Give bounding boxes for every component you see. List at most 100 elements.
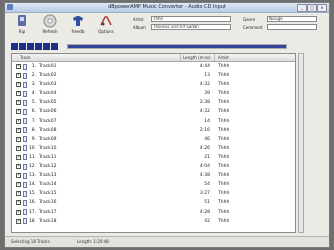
- track-artist: Thhh: [218, 82, 230, 88]
- genre-field[interactable]: NuGge: [267, 16, 317, 22]
- minimize-button[interactable]: _: [297, 4, 307, 12]
- rip-button[interactable]: Rip: [9, 14, 35, 34]
- table-row[interactable]: 8.Track08 2:16 Thhh: [12, 126, 295, 135]
- refresh-button[interactable]: Refresh: [37, 14, 63, 34]
- track-checkbox[interactable]: [16, 181, 21, 188]
- table-row[interactable]: 3.Track03 4:32 Thhh: [12, 80, 295, 89]
- invert-selection-button[interactable]: [27, 43, 34, 50]
- header-track[interactable]: Track: [20, 55, 30, 60]
- track-checkbox[interactable]: [16, 154, 21, 160]
- table-header: Track Length (m:ss) Artist: [12, 54, 295, 62]
- track-length: 4:44: [199, 64, 210, 69]
- track-number: 10.: [28, 145, 36, 151]
- track-checkbox[interactable]: [16, 63, 21, 69]
- track-length: 4:32: [199, 109, 210, 115]
- table-row[interactable]: 17.Track17 4:28 Thhh: [12, 208, 295, 217]
- select-all-button[interactable]: [11, 43, 18, 50]
- track-length: 39: [204, 91, 210, 97]
- track-checkbox[interactable]: [16, 90, 21, 97]
- window-title: dBpowerAMP Music Converter - Audio CD In…: [108, 4, 226, 10]
- vertical-scrollbar[interactable]: [298, 53, 304, 233]
- stop-button[interactable]: [43, 43, 50, 50]
- track-number: 14.: [28, 182, 36, 188]
- track-number: 15.: [28, 191, 36, 197]
- comment-field[interactable]: [267, 24, 317, 30]
- header-length[interactable]: Length (m:ss): [183, 55, 211, 60]
- table-row[interactable]: 7.Track07 14 Thhh: [12, 117, 295, 126]
- track-checkbox[interactable]: [16, 118, 21, 124]
- header-artist[interactable]: Artist: [218, 55, 229, 60]
- table-row[interactable]: 9.Track09 46 Thhh: [12, 135, 295, 144]
- track-checkbox[interactable]: [16, 99, 21, 106]
- table-row[interactable]: 2.Track02 13 Thhh: [12, 71, 295, 80]
- track-name: Track08: [39, 127, 57, 133]
- quick-select-buttons: [11, 43, 58, 50]
- rip-icon: [18, 15, 26, 26]
- album-label: Album: [133, 25, 146, 30]
- track-checkbox[interactable]: [16, 163, 21, 170]
- track-length: 14: [204, 118, 210, 124]
- track-checkbox[interactable]: [16, 172, 21, 179]
- track-name: Track09: [39, 136, 57, 142]
- track-checkbox[interactable]: [16, 136, 21, 142]
- table-row[interactable]: 11.Track11 21 Thhh: [12, 153, 295, 162]
- track-artist: Thhh: [218, 100, 230, 106]
- track-name: Track06: [39, 109, 57, 115]
- freedb-button[interactable]: freedb: [65, 14, 91, 34]
- track-number: 13.: [28, 173, 36, 179]
- track-length: 2:38: [199, 100, 210, 106]
- maximize-button[interactable]: □: [307, 4, 317, 12]
- track-checkbox[interactable]: [16, 127, 21, 133]
- options-icon: [100, 16, 112, 26]
- table-row[interactable]: 1.Track01 4:44 Thhh: [12, 62, 295, 71]
- status-length: Length: 1:20:48: [77, 239, 109, 244]
- close-button[interactable]: ×: [317, 4, 327, 12]
- options-button[interactable]: Options: [93, 14, 119, 34]
- album-field[interactable]: Thoresic and Inf Sadan: [151, 24, 231, 30]
- table-row[interactable]: 16.Track16 51 Thhh: [12, 198, 295, 207]
- track-artist: Thhh: [218, 109, 230, 115]
- table-row[interactable]: 15.Track15 3:27 Thhh: [12, 189, 295, 198]
- table-row[interactable]: 6.Track06 4:32 Thhh: [12, 107, 295, 116]
- track-length: 54: [204, 182, 210, 188]
- track-number: 17.: [28, 209, 36, 215]
- track-number: 11.: [28, 154, 36, 160]
- artist-label: Artist: [133, 17, 144, 22]
- track-checkbox[interactable]: [16, 218, 21, 224]
- table-row[interactable]: 5.Track05 2:38 Thhh: [12, 98, 295, 107]
- eject-button[interactable]: [51, 43, 58, 50]
- track-name: Track04: [39, 91, 57, 97]
- track-artist: Thhh: [218, 127, 230, 133]
- track-number: 2.: [31, 73, 36, 79]
- track-length: 2:16: [199, 127, 210, 133]
- table-row[interactable]: 18.Track18 42 Thhh: [12, 217, 295, 226]
- track-checkbox[interactable]: [16, 81, 21, 88]
- track-checkbox[interactable]: [16, 209, 21, 215]
- table-row[interactable]: 4.Track04 39 Thhh: [12, 89, 295, 98]
- table-row[interactable]: 13.Track13 4:38 Thhh: [12, 171, 295, 180]
- track-number: 12.: [28, 164, 36, 170]
- track-artist: Thhh: [218, 182, 230, 188]
- play-button[interactable]: [35, 43, 42, 50]
- table-row[interactable]: 14.Track14 54 Thhh: [12, 180, 295, 189]
- artist-field[interactable]: Thhh: [151, 16, 231, 22]
- track-artist: Thhh: [218, 64, 230, 69]
- progress-fill: [68, 45, 286, 48]
- track-artist: Thhh: [218, 209, 230, 215]
- track-name: Track07: [39, 118, 57, 124]
- select-none-button[interactable]: [19, 43, 26, 50]
- track-checkbox[interactable]: [16, 145, 21, 151]
- track-number: 8.: [31, 127, 36, 133]
- track-length: 4:26: [199, 145, 210, 151]
- track-checkbox[interactable]: [16, 108, 21, 115]
- track-name: Track01: [39, 64, 57, 69]
- status-selected: Selecting 18 Tracks: [11, 239, 50, 244]
- track-checkbox[interactable]: [16, 199, 21, 206]
- track-artist: Thhh: [218, 164, 230, 170]
- table-row[interactable]: 12.Track12 4:04 Thhh: [12, 162, 295, 171]
- track-checkbox[interactable]: [16, 72, 21, 79]
- track-length: 4:32: [199, 82, 210, 88]
- track-checkbox[interactable]: [16, 190, 21, 197]
- track-name: Track10: [39, 145, 57, 151]
- table-row[interactable]: 10.Track10 4:26 Thhh: [12, 144, 295, 153]
